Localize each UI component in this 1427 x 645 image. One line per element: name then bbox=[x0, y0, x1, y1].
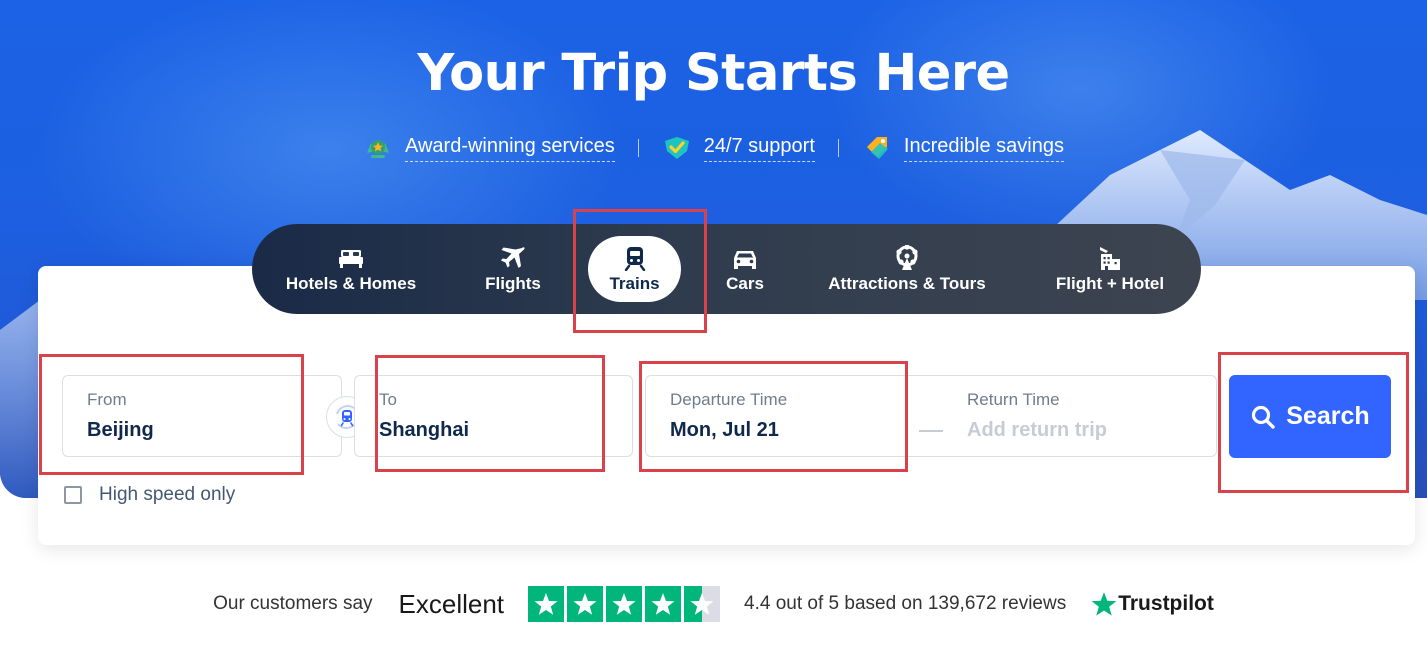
tag-icon bbox=[866, 137, 888, 159]
benefit-support-label: 24/7 support bbox=[703, 135, 815, 162]
star-icon bbox=[528, 586, 565, 622]
tab-attractions-tours[interactable]: Attractions & Tours bbox=[822, 224, 992, 314]
star-icon bbox=[567, 586, 604, 622]
trustpilot-star-icon bbox=[1091, 592, 1117, 616]
tab-label: Hotels & Homes bbox=[285, 273, 417, 293]
trustpilot-summary: 4.4 out of 5 based on 139,672 reviews bbox=[744, 593, 1067, 614]
date-field: Departure Time Mon, Jul 21 Return Time A… bbox=[645, 375, 1217, 457]
tab-label: Cars bbox=[726, 273, 764, 293]
benefit-savings[interactable]: Incredible savings bbox=[862, 133, 1064, 163]
search-icon bbox=[1252, 405, 1275, 429]
car-icon bbox=[734, 250, 756, 269]
tab-label: Trains bbox=[609, 273, 660, 293]
tab-flights[interactable]: Flights bbox=[462, 224, 564, 314]
return-label: Return Time bbox=[967, 390, 1060, 409]
departure-label: Departure Time bbox=[670, 390, 788, 409]
return-time-field[interactable]: Return Time Add return trip bbox=[943, 376, 1216, 456]
search-button[interactable]: Search bbox=[1229, 375, 1391, 458]
page-title: Your Trip Starts Here bbox=[417, 44, 1010, 103]
product-tabs: Hotels & Homes Flights Trains Cars Attra… bbox=[252, 224, 1201, 314]
star-icon bbox=[645, 586, 682, 622]
high-speed-checkbox[interactable] bbox=[64, 486, 82, 504]
benefits-bar: Award-winning services 24/7 support Incr… bbox=[0, 133, 1427, 163]
to-value: Shanghai bbox=[379, 419, 470, 441]
to-label: To bbox=[379, 390, 397, 409]
search-button-label: Search bbox=[1286, 402, 1370, 430]
tab-cars[interactable]: Cars bbox=[714, 224, 776, 314]
return-placeholder: Add return trip bbox=[967, 419, 1107, 441]
benefit-award[interactable]: Award-winning services bbox=[363, 133, 615, 163]
trustpilot-brand: Trustpilot bbox=[1118, 592, 1214, 615]
star-icon bbox=[606, 586, 643, 622]
benefit-divider bbox=[637, 139, 639, 157]
benefit-divider bbox=[837, 139, 839, 157]
benefit-award-label: Award-winning services bbox=[404, 135, 615, 162]
benefit-support[interactable]: 24/7 support bbox=[662, 133, 815, 163]
departure-value: Mon, Jul 21 bbox=[670, 419, 779, 441]
high-speed-option[interactable]: High speed only bbox=[64, 484, 235, 506]
benefit-savings-label: Incredible savings bbox=[903, 135, 1064, 162]
tab-trains[interactable]: Trains bbox=[588, 236, 681, 302]
trustpilot-stars bbox=[528, 586, 721, 622]
support-icon bbox=[664, 137, 689, 159]
bed-icon bbox=[339, 249, 363, 268]
departure-time-field[interactable]: Departure Time Mon, Jul 21 bbox=[646, 376, 906, 456]
plane-icon bbox=[501, 246, 525, 268]
flight-hotel-icon bbox=[1100, 246, 1120, 270]
from-field[interactable]: From Beijing bbox=[62, 375, 342, 457]
award-icon bbox=[366, 140, 389, 158]
to-field[interactable]: To Shanghai bbox=[354, 375, 633, 457]
tab-hotels-homes[interactable]: Hotels & Homes bbox=[274, 224, 428, 314]
trustpilot-rating-word: Excellent bbox=[398, 588, 505, 619]
from-value: Beijing bbox=[87, 419, 154, 441]
high-speed-label: High speed only bbox=[99, 484, 236, 505]
date-range-separator bbox=[919, 430, 943, 432]
trustpilot-strip: Our customers say Excellent 4.4 out of 5… bbox=[0, 584, 1427, 624]
from-label: From bbox=[87, 390, 127, 409]
train-icon bbox=[624, 246, 645, 271]
tab-flight-hotel[interactable]: Flight + Hotel bbox=[1048, 224, 1172, 314]
trustpilot-intro: Our customers say bbox=[213, 593, 373, 614]
ferris-wheel-icon bbox=[896, 244, 918, 270]
tab-label: Flight + Hotel bbox=[1055, 273, 1165, 293]
tab-label: Flights bbox=[485, 273, 541, 293]
tab-label: Attractions & Tours bbox=[828, 273, 986, 293]
trustpilot-logo[interactable]: Trustpilot bbox=[1090, 590, 1214, 618]
half-star-icon bbox=[684, 586, 721, 622]
